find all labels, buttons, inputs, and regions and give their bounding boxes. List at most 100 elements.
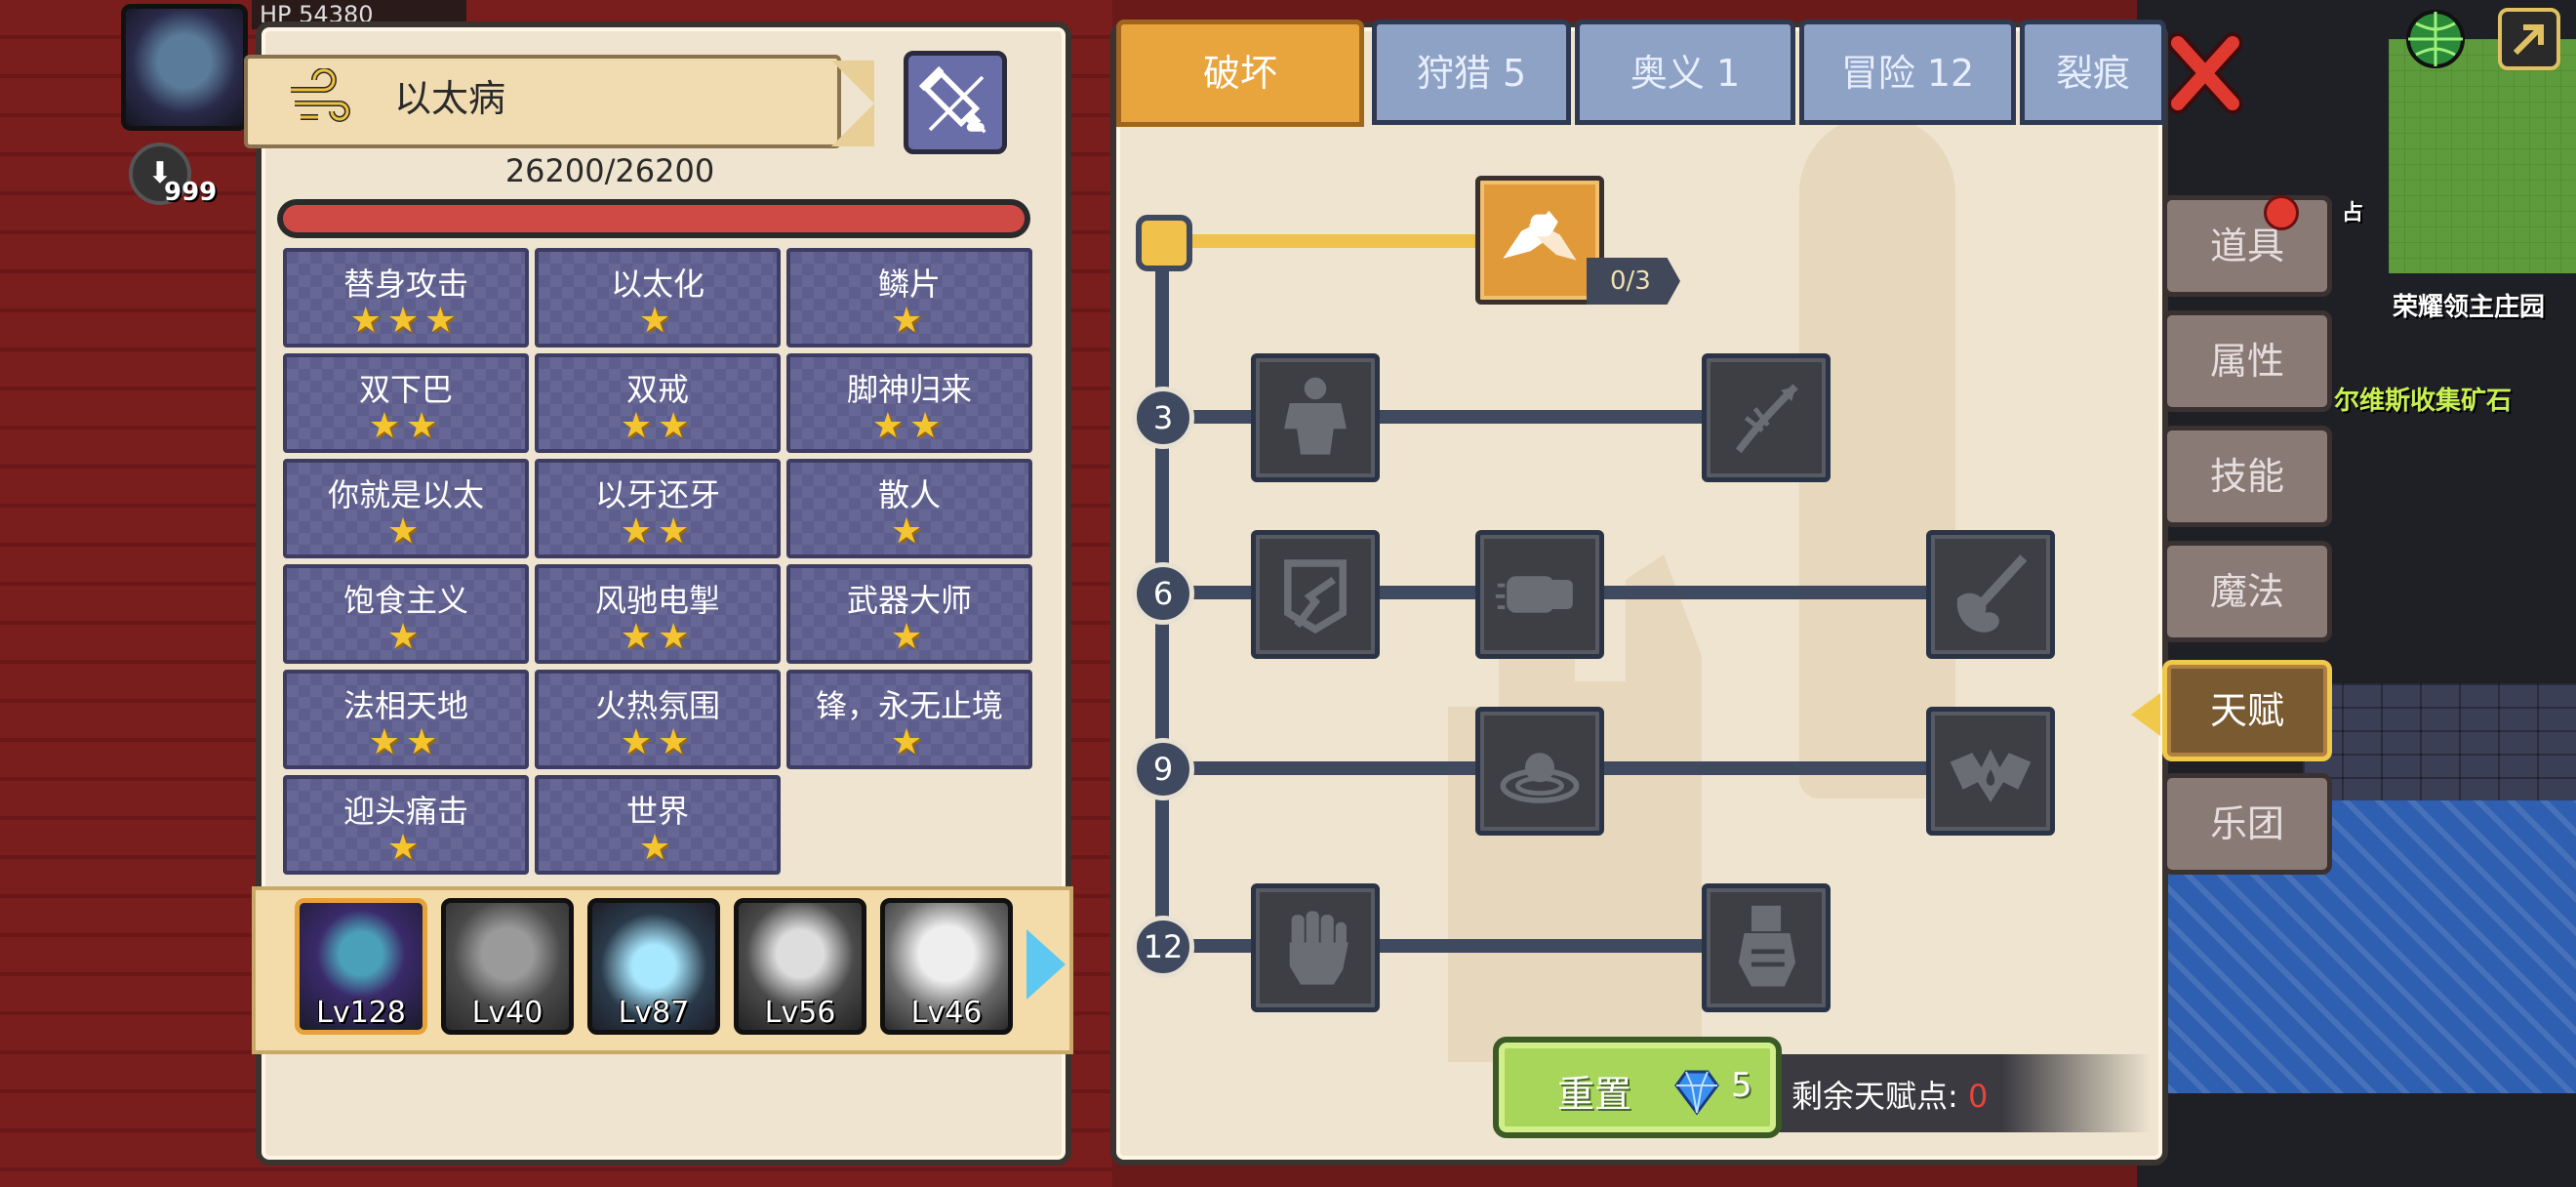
trait-card[interactable]: 脚神归来 ★★ [786, 353, 1032, 453]
trait-stars-icon: ★★ [620, 512, 696, 552]
trait-name: 双戒 [625, 371, 689, 408]
talent-top-counter: 0/3 [1587, 258, 1680, 305]
side-menu-button[interactable]: 魔法 [2162, 541, 2332, 642]
reset-talent-button[interactable]: 重置 5 [1493, 1037, 1782, 1138]
tier-marker: 6 [1132, 562, 1194, 625]
trait-stars-icon: ★ [890, 301, 929, 341]
trait-card[interactable]: 迎头痛击 ★ [283, 775, 529, 875]
trait-card[interactable]: 火热氛围 ★★ [535, 670, 781, 769]
talent-node-tier12-b[interactable] [1702, 883, 1831, 1012]
side-menu-button[interactable]: 天赋 [2162, 660, 2332, 761]
trait-card[interactable]: 风驰电掣 ★★ [535, 564, 781, 664]
hero-portrait[interactable]: Lv87 [587, 898, 720, 1035]
trait-name: 火热氛围 [594, 687, 720, 724]
trait-card[interactable]: 双戒 ★★ [535, 353, 781, 453]
trait-stars-icon: ★★ [620, 617, 696, 657]
trait-name: 武器大师 [846, 582, 972, 619]
side-menu-button[interactable]: 技能 [2162, 426, 2332, 527]
talent-node-tier6-c[interactable] [1926, 530, 2055, 659]
talent-node-tier9-a[interactable] [1475, 707, 1604, 836]
trait-card[interactable]: 散人 ★ [786, 459, 1032, 558]
bat-drop-icon [1950, 749, 2032, 802]
trait-name: 双下巴 [358, 371, 453, 408]
trait-card[interactable]: 替身攻击 ★★★ [283, 248, 529, 348]
trait-card[interactable]: 以牙还牙 ★★ [535, 459, 781, 558]
trait-card[interactable]: 双下巴 ★★ [283, 353, 529, 453]
trait-card[interactable]: 世界 ★ [535, 775, 781, 875]
tree-root-node [1136, 215, 1192, 271]
talent-tab[interactable]: 狩猎 5 [1372, 20, 1571, 125]
ripple-orb-icon [1500, 753, 1580, 803]
syringe-icon [918, 65, 986, 134]
side-menu-button[interactable]: 乐团 [2162, 773, 2332, 875]
hero-portrait[interactable]: Lv40 [441, 898, 574, 1035]
close-icon[interactable] [2168, 29, 2242, 117]
trait-card[interactable]: 以太化 ★ [535, 248, 781, 348]
talent-node-tier6-b[interactable] [1475, 530, 1604, 659]
branch-tier-9 [1171, 761, 2049, 775]
trait-stars-icon: ★★ [368, 406, 444, 446]
diamond-icon [1674, 1070, 1719, 1116]
syringe-button[interactable] [904, 51, 1007, 154]
character-name: 以太病 [394, 77, 506, 120]
raised-fist-icon [1289, 911, 1348, 985]
talent-node-tier3-b[interactable] [1702, 353, 1831, 482]
trait-name: 你就是以太 [327, 476, 484, 513]
hero-level: Lv46 [910, 996, 983, 1030]
trait-name: 替身攻击 [342, 266, 468, 303]
hero-portrait[interactable]: Lv128 [295, 898, 427, 1035]
trait-name: 散人 [877, 476, 941, 513]
globe-icon[interactable] [2402, 6, 2469, 72]
talent-tab[interactable]: 破坏 [1116, 20, 1364, 127]
trait-name: 法相天地 [342, 687, 468, 724]
trait-stars-icon: ★★ [871, 406, 947, 446]
gauntlet-icon [1738, 905, 1796, 987]
talent-tab[interactable]: 裂痕 [2020, 20, 2166, 125]
hp-bar-fill [283, 205, 1025, 232]
trait-stars-icon: ★ [890, 722, 929, 762]
trait-card[interactable]: 你就是以太 ★ [283, 459, 529, 558]
map-label-small: 占 [2342, 201, 2364, 225]
side-menu-active-arrow [2131, 693, 2160, 736]
trait-stars-icon: ★ [890, 617, 929, 657]
player-badge[interactable]: ⬇ 999 [129, 143, 222, 211]
talent-node-tier9-b[interactable] [1926, 707, 2055, 836]
badge-count: 999 [164, 178, 218, 207]
talent-node-tier3-a[interactable] [1251, 353, 1380, 482]
trait-stars-icon: ★ [386, 617, 425, 657]
trait-stars-icon: ★★ [368, 722, 444, 762]
talent-tab[interactable]: 冒险 12 [1799, 20, 2016, 125]
trait-card[interactable]: 饱食主义 ★ [283, 564, 529, 664]
talent-node-tier6-a[interactable] [1251, 530, 1380, 659]
ribbon-tail [831, 61, 874, 146]
trait-stars-icon: ★ [638, 828, 677, 868]
trait-name: 饱食主义 [342, 582, 468, 619]
character-hp-text: 26200/26200 [504, 152, 715, 189]
shield-break-icon [1284, 559, 1347, 634]
trait-stars-icon: ★ [386, 828, 425, 868]
trait-card[interactable]: 锋，永无止境 ★ [786, 670, 1032, 769]
arrow-strike-icon [1735, 384, 1798, 454]
hero-level: Lv87 [618, 996, 690, 1030]
trait-card[interactable]: 法相天地 ★★ [283, 670, 529, 769]
minimap[interactable] [2389, 39, 2576, 273]
trait-stars-icon: ★ [386, 512, 425, 552]
hero-portrait[interactable]: Lv56 [734, 898, 866, 1035]
player-avatar[interactable] [121, 4, 248, 131]
tier-marker: 3 [1132, 387, 1194, 449]
talent-tab[interactable]: 奥义 1 [1575, 20, 1795, 125]
trait-name: 迎头痛击 [342, 793, 468, 830]
notification-dot [2264, 195, 2299, 230]
trait-card[interactable]: 鳞片 ★ [786, 248, 1032, 348]
talent-node-tier12-a[interactable] [1251, 883, 1380, 1012]
muscle-body-icon [1284, 377, 1347, 455]
side-menu-button[interactable]: 属性 [2162, 310, 2332, 412]
trait-name: 世界 [625, 793, 689, 830]
side-menu-button[interactable]: 道具 [2162, 195, 2332, 297]
map-label-quest: 尔维斯收集矿石 [2334, 387, 2513, 416]
roster-next-arrow[interactable] [1026, 929, 1066, 1000]
hero-portrait[interactable]: Lv46 [880, 898, 1013, 1035]
exit-map-icon[interactable] [2496, 6, 2562, 72]
trait-card[interactable]: 武器大师 ★ [786, 564, 1032, 664]
talent-node-top[interactable] [1475, 176, 1604, 305]
